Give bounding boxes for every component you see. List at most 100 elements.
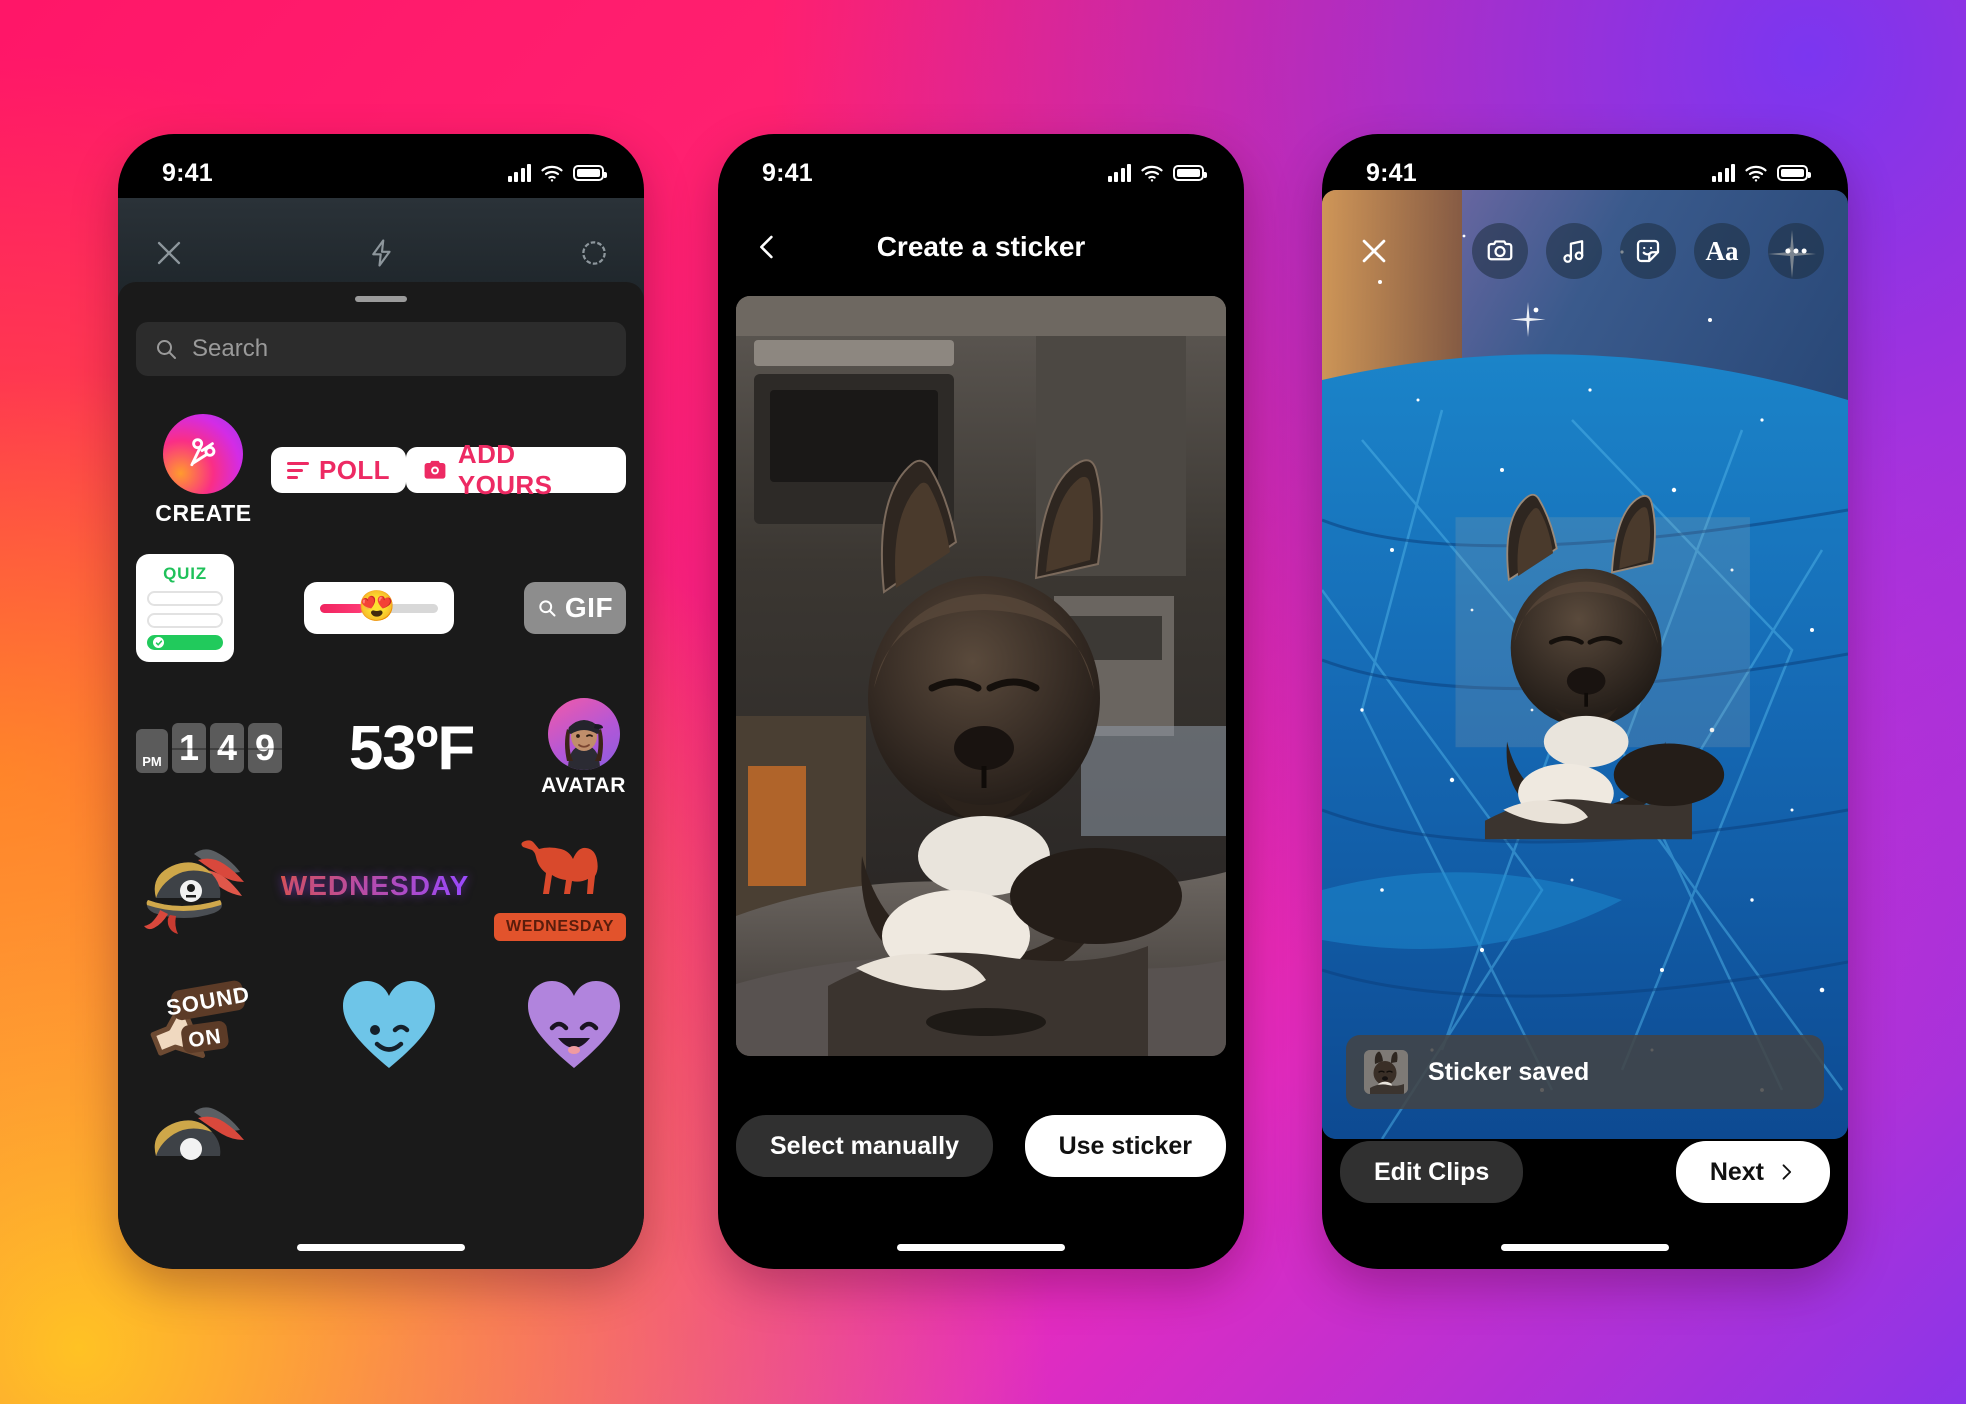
search-placeholder: Search bbox=[192, 335, 269, 362]
sticker-poll[interactable]: POLL bbox=[270, 447, 406, 493]
screen-create-sticker: 9:41 Create a sticker Select manually Us… bbox=[718, 134, 1244, 1269]
home-indicator bbox=[297, 1244, 465, 1251]
story-toolbar: Aa bbox=[1322, 206, 1848, 296]
phone-create-sticker: 9:41 Create a sticker Select manually Us… bbox=[718, 134, 1244, 1269]
screen-sticker-tray: 9:41 Search CREATE POLL ADD YOURS QUIZ 😍… bbox=[118, 134, 644, 1269]
wifi-icon bbox=[1744, 164, 1768, 182]
svg-text:ON: ON bbox=[187, 1025, 223, 1052]
chevron-left-icon[interactable] bbox=[752, 230, 782, 264]
search-icon bbox=[537, 598, 557, 618]
sticker-temperature[interactable]: 53ºF bbox=[349, 713, 475, 784]
sticker-row: CREATE POLL ADD YOURS bbox=[136, 402, 626, 538]
use-sticker-button[interactable]: Use sticker bbox=[1024, 1115, 1226, 1177]
status-indicators bbox=[507, 164, 607, 182]
toast-sticker-saved: Sticker saved bbox=[1346, 1035, 1824, 1109]
text-icon[interactable]: Aa bbox=[1694, 223, 1750, 279]
sticker-row: QUIZ 😍 GIF bbox=[136, 538, 626, 678]
create-sticker-actions: Select manually Use sticker bbox=[736, 1115, 1226, 1177]
sticker-gif[interactable]: GIF bbox=[524, 582, 626, 634]
status-indicators bbox=[1711, 164, 1811, 182]
toast-thumbnail bbox=[1364, 1050, 1408, 1094]
quiz-option-correct bbox=[147, 635, 223, 650]
next-button-label: Next bbox=[1709, 1157, 1764, 1186]
sticker-slider[interactable]: 😍 bbox=[304, 582, 454, 634]
sticker-camel-label: WEDNESDAY bbox=[494, 913, 626, 941]
status-bar: 9:41 bbox=[118, 134, 644, 198]
battery-icon bbox=[1173, 165, 1207, 181]
sticker-gif-label: GIF bbox=[564, 592, 614, 623]
quiz-option bbox=[147, 613, 223, 628]
sticker-add-yours-label: ADD YOURS bbox=[457, 439, 553, 500]
home-indicator bbox=[897, 1244, 1065, 1251]
phone-story-editor: 9:41 Aa Sticker saved Edit Clips Next bbox=[1322, 134, 1848, 1269]
select-manually-button[interactable]: Select manually bbox=[736, 1115, 993, 1177]
page-title: Create a sticker bbox=[876, 231, 1086, 262]
sticker-icon[interactable] bbox=[1620, 223, 1676, 279]
sticker-avatar-label: AVATAR bbox=[541, 774, 626, 797]
cellular-bars-icon bbox=[1711, 164, 1735, 182]
sticker-avatar[interactable]: AVATAR bbox=[541, 698, 626, 798]
sticker-row: PM 1 4 9 53ºF AVATAR bbox=[136, 678, 626, 818]
sticker-poll-label: POLL bbox=[318, 454, 390, 485]
clock-meridiem: PM bbox=[136, 729, 168, 773]
close-icon[interactable] bbox=[152, 236, 186, 270]
sticker-add-yours[interactable]: ADD YOURS bbox=[405, 439, 626, 500]
settings-icon[interactable] bbox=[578, 237, 610, 269]
sheet-grabber[interactable] bbox=[355, 296, 407, 302]
story-editor-actions: Edit Clips Next bbox=[1340, 1141, 1830, 1203]
clock-digit: 9 bbox=[248, 723, 282, 773]
toast-message: Sticker saved bbox=[1428, 1057, 1590, 1086]
sticker-create[interactable]: CREATE bbox=[136, 413, 271, 527]
sticker-quiz[interactable]: QUIZ bbox=[136, 554, 234, 662]
status-time: 9:41 bbox=[1366, 158, 1417, 187]
wifi-icon bbox=[540, 164, 564, 182]
sticker-camel[interactable]: WEDNESDAY bbox=[494, 831, 626, 941]
more-icon[interactable] bbox=[1768, 223, 1824, 279]
battery-icon bbox=[1777, 165, 1811, 181]
sticker-row: WEDNESDAY WEDNESDAY bbox=[136, 818, 626, 954]
chevron-right-icon bbox=[1776, 1160, 1796, 1184]
screen-story-editor: 9:41 Aa Sticker saved Edit Clips Next bbox=[1322, 134, 1848, 1269]
sticker-create-label: CREATE bbox=[155, 499, 252, 526]
edit-clips-button[interactable]: Edit Clips bbox=[1340, 1141, 1524, 1203]
story-canvas[interactable] bbox=[1322, 190, 1848, 1139]
screenshot-stage: 9:41 Search CREATE POLL ADD YOURS QUIZ 😍… bbox=[0, 0, 1966, 1404]
camera-icon bbox=[422, 457, 448, 483]
check-icon bbox=[153, 637, 164, 648]
clock-digit: 4 bbox=[210, 723, 244, 773]
home-indicator bbox=[1501, 1244, 1669, 1251]
text-icon-label: Aa bbox=[1705, 235, 1739, 266]
phone-sticker-tray: 9:41 Search CREATE POLL ADD YOURS QUIZ 😍… bbox=[118, 134, 644, 1269]
close-icon[interactable] bbox=[1346, 223, 1402, 279]
status-indicators bbox=[1107, 164, 1207, 182]
status-time: 9:41 bbox=[762, 158, 813, 187]
music-icon[interactable] bbox=[1546, 223, 1602, 279]
sticker-wednesday-text[interactable]: WEDNESDAY bbox=[281, 870, 469, 902]
avatar bbox=[547, 698, 620, 770]
scissors-cut-icon bbox=[163, 413, 260, 504]
search-icon bbox=[154, 337, 178, 361]
sticker-row-partial bbox=[136, 1094, 626, 1174]
status-bar: 9:41 bbox=[1322, 134, 1848, 198]
sticker-pirate-hat[interactable] bbox=[136, 836, 256, 936]
slider-emoji-knob[interactable]: 😍 bbox=[358, 591, 395, 622]
sticker-pirate-hat-partial[interactable] bbox=[136, 1094, 256, 1174]
sticker-sound-on[interactable]: SOUND ON bbox=[134, 972, 257, 1076]
quiz-option bbox=[147, 591, 223, 606]
cellular-bars-icon bbox=[507, 164, 531, 182]
sticker-source-photo[interactable] bbox=[736, 296, 1226, 1056]
sticker-clock[interactable]: PM 1 4 9 bbox=[136, 723, 282, 773]
sticker-grid: CREATE POLL ADD YOURS QUIZ 😍 GIF PM 1 4 … bbox=[118, 376, 644, 1174]
search-input[interactable]: Search bbox=[136, 322, 626, 376]
battery-icon bbox=[573, 165, 607, 181]
camera-icon[interactable] bbox=[1472, 223, 1528, 279]
wifi-icon bbox=[1140, 164, 1164, 182]
sticker-heart-smile[interactable] bbox=[522, 976, 626, 1072]
sticker-heart-wink[interactable] bbox=[337, 976, 441, 1072]
sticker-quiz-label: QUIZ bbox=[163, 564, 207, 583]
flash-icon[interactable] bbox=[367, 238, 397, 268]
poll-lines-icon bbox=[286, 461, 309, 479]
status-bar: 9:41 bbox=[718, 134, 1244, 198]
cellular-bars-icon bbox=[1107, 164, 1131, 182]
next-button[interactable]: Next bbox=[1675, 1141, 1830, 1203]
